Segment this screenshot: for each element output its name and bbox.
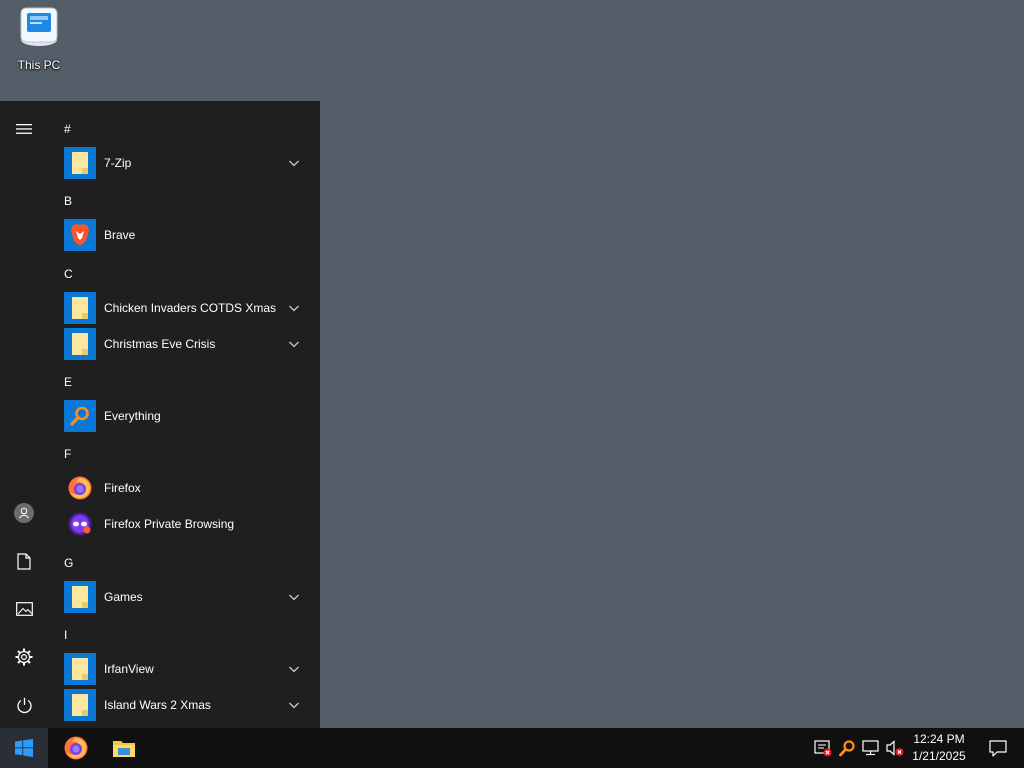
network-icon bbox=[862, 740, 879, 756]
section-header-hash[interactable]: # bbox=[64, 114, 94, 144]
folder-icon bbox=[64, 328, 96, 360]
file-explorer-icon bbox=[113, 741, 135, 757]
security-alert-icon bbox=[814, 740, 832, 757]
folder-icon bbox=[64, 292, 96, 324]
menu-icon bbox=[16, 124, 32, 134]
folder-icon bbox=[64, 653, 96, 685]
everything-search-icon bbox=[64, 400, 96, 432]
app-label: 7-Zip bbox=[104, 156, 132, 170]
app-label: Everything bbox=[104, 409, 161, 423]
app-label: Chicken Invaders COTDS Xmas bbox=[104, 301, 277, 315]
folder-icon bbox=[64, 581, 96, 613]
app-item-everything[interactable]: Everything bbox=[48, 398, 320, 434]
chevron-down-icon[interactable] bbox=[288, 303, 300, 313]
power-icon bbox=[16, 697, 32, 713]
pictures-icon bbox=[15, 602, 33, 616]
app-label: Island Wars 2 Xmas bbox=[104, 698, 211, 712]
clock-time: 12:24 PM bbox=[913, 732, 965, 746]
app-item-7zip[interactable]: 7-Zip bbox=[48, 145, 320, 181]
section-header-g[interactable]: G bbox=[64, 548, 94, 578]
section-header-b[interactable]: B bbox=[64, 186, 94, 216]
app-item-christmas-eve-crisis[interactable]: Christmas Eve Crisis bbox=[48, 326, 320, 362]
pictures-button[interactable] bbox=[0, 589, 48, 629]
app-list: # 7-Zip B Brave C Chicken Invaders COTDS… bbox=[48, 101, 320, 728]
app-item-irfanview[interactable]: IrfanView bbox=[48, 651, 320, 687]
firefox-private-icon bbox=[64, 508, 96, 540]
start-button[interactable] bbox=[0, 728, 48, 768]
app-item-firefox[interactable]: Firefox bbox=[48, 470, 320, 506]
chevron-down-icon[interactable] bbox=[288, 700, 300, 710]
clock-date: 1/21/2025 bbox=[912, 749, 966, 763]
notification-center-button[interactable] bbox=[976, 728, 1020, 768]
everything-search-icon bbox=[839, 740, 855, 757]
tray-volume[interactable] bbox=[885, 738, 905, 758]
folder-icon bbox=[64, 147, 96, 179]
start-menu: # 7-Zip B Brave C Chicken Invaders COTDS… bbox=[0, 101, 320, 728]
this-pc-icon bbox=[17, 4, 61, 48]
account-button[interactable] bbox=[0, 493, 48, 533]
firefox-icon bbox=[64, 736, 88, 760]
app-item-firefox-private[interactable]: Firefox Private Browsing bbox=[48, 506, 320, 542]
section-header-f[interactable]: F bbox=[64, 439, 94, 469]
folder-icon bbox=[64, 689, 96, 721]
section-header-i[interactable]: I bbox=[64, 620, 94, 650]
brave-icon bbox=[64, 219, 96, 251]
taskbar-firefox-button[interactable] bbox=[52, 728, 100, 768]
app-item-island-wars[interactable]: Island Wars 2 Xmas bbox=[48, 687, 320, 723]
gear-icon bbox=[15, 648, 33, 666]
app-label: Firefox Private Browsing bbox=[104, 517, 235, 531]
document-icon bbox=[17, 552, 31, 570]
section-header-e[interactable]: E bbox=[64, 367, 94, 397]
tray-security-alert[interactable] bbox=[813, 738, 833, 758]
desktop-icon-label: This PC bbox=[17, 58, 61, 72]
notification-center-icon bbox=[989, 739, 1007, 757]
windows-logo-icon bbox=[15, 739, 33, 757]
chevron-down-icon[interactable] bbox=[288, 339, 300, 349]
tray-network[interactable] bbox=[861, 738, 881, 758]
app-item-chicken-invaders[interactable]: Chicken Invaders COTDS Xmas bbox=[48, 290, 320, 326]
chevron-down-icon[interactable] bbox=[288, 664, 300, 674]
app-label: Games bbox=[104, 590, 143, 604]
chevron-down-icon[interactable] bbox=[288, 158, 300, 168]
app-label: Firefox bbox=[104, 481, 141, 495]
tray-everything[interactable] bbox=[837, 738, 857, 758]
app-item-games[interactable]: Games bbox=[48, 579, 320, 615]
power-button[interactable] bbox=[0, 685, 48, 725]
settings-button[interactable] bbox=[0, 637, 48, 677]
app-label: IrfanView bbox=[104, 662, 154, 676]
taskbar-clock[interactable]: 12:24 PM 1/21/2025 bbox=[906, 728, 972, 768]
app-label: Christmas Eve Crisis bbox=[104, 337, 216, 351]
volume-muted-icon bbox=[886, 740, 904, 756]
taskbar: 12:24 PM 1/21/2025 bbox=[0, 728, 1024, 768]
chevron-down-icon[interactable] bbox=[288, 592, 300, 602]
start-menu-rail bbox=[0, 101, 48, 728]
app-item-brave[interactable]: Brave bbox=[48, 217, 320, 253]
documents-button[interactable] bbox=[0, 541, 48, 581]
desktop-icon-this-pc[interactable]: This PC bbox=[6, 4, 72, 76]
taskbar-file-explorer-button[interactable] bbox=[100, 728, 148, 768]
firefox-icon bbox=[64, 472, 96, 504]
section-header-c[interactable]: C bbox=[64, 259, 94, 289]
expand-menu-button[interactable] bbox=[0, 109, 48, 149]
app-label: Brave bbox=[104, 228, 136, 242]
user-avatar-icon bbox=[14, 503, 34, 523]
